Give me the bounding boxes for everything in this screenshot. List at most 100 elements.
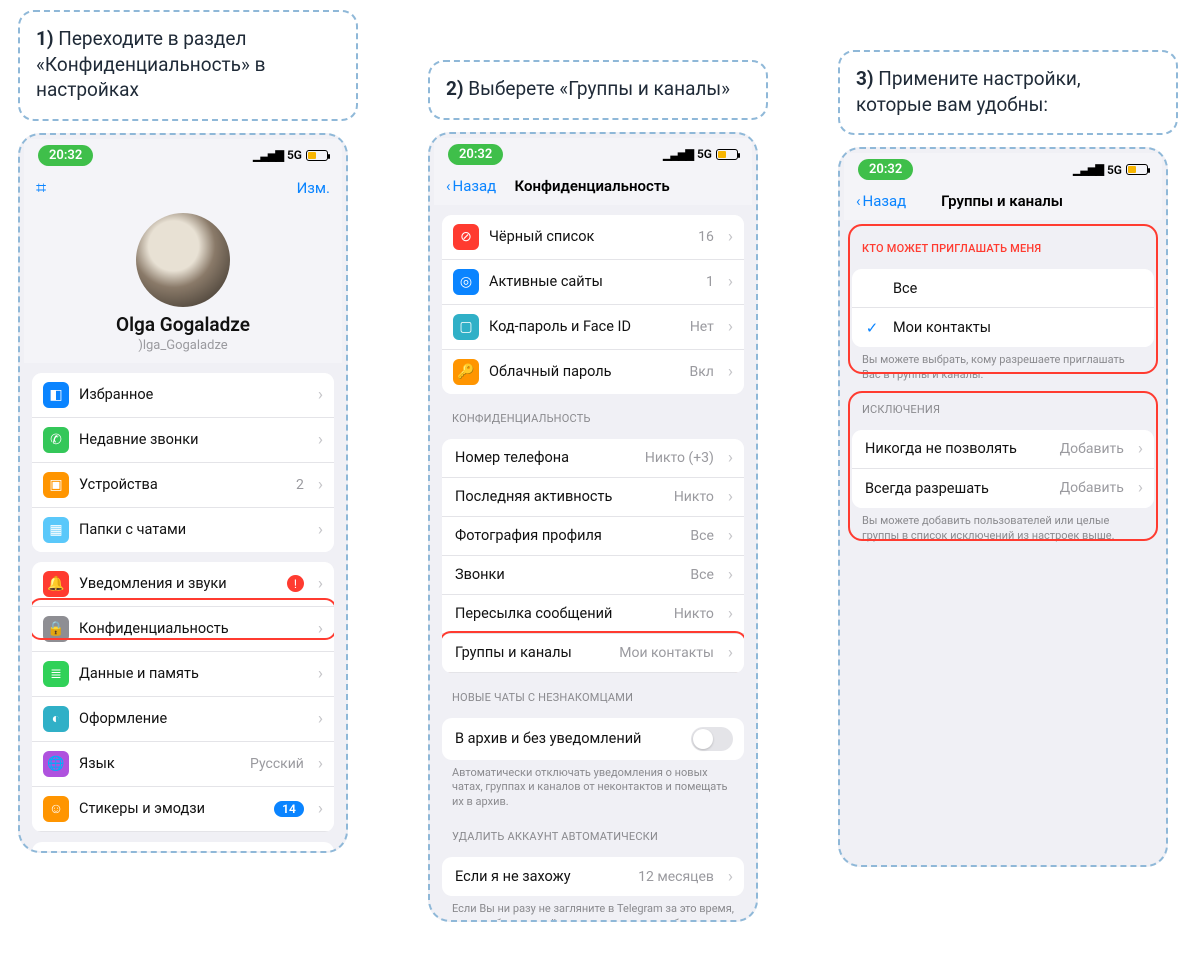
- folder-icon: ▦: [43, 517, 69, 543]
- chevron-right-icon: ›: [728, 362, 733, 382]
- row-calls-privacy[interactable]: ЗвонкиВсе›: [442, 556, 744, 595]
- edit-button[interactable]: Изм.: [297, 179, 330, 197]
- section-delete-header: УДАЛИТЬ АККАУНТ АВТОМАТИЧЕСКИ: [434, 812, 752, 847]
- option-my-contacts[interactable]: ✓Мои контакты: [852, 308, 1154, 347]
- row-always-allow[interactable]: Всегда разрешатьДобавить›: [852, 469, 1154, 508]
- network-label: 5G: [697, 147, 712, 161]
- chevron-right-icon: ›: [728, 565, 733, 585]
- nav-header: ‹Назад Конфиденциальность: [434, 169, 752, 205]
- chevron-left-icon: ‹: [446, 177, 451, 195]
- row-blocked[interactable]: ⊘Чёрный список16›: [442, 215, 744, 260]
- profile-block: Olga Gogaladze )lga_Gogaladze: [24, 209, 342, 363]
- block-icon: ⊘: [453, 224, 479, 250]
- who-hint: Вы можете выбрать, кому разрешаете пригл…: [844, 347, 1162, 385]
- who-group: Все ✓Мои контакты: [852, 269, 1154, 347]
- bell-icon: 🔔: [43, 571, 69, 597]
- row-folders[interactable]: ▦Папки с чатами›: [32, 508, 334, 552]
- time-pill: 20:32: [448, 144, 503, 165]
- archive-group: В архив и без уведомлений: [442, 718, 744, 760]
- row-last-seen[interactable]: Последняя активностьНикто›: [442, 478, 744, 517]
- chevron-right-icon: ›: [1138, 478, 1143, 498]
- network-label: 5G: [1107, 163, 1122, 177]
- chevron-right-icon: ›: [318, 799, 323, 819]
- battery-icon: [716, 149, 738, 160]
- row-privacy[interactable]: 🔒Конфиденциальность›: [32, 607, 334, 652]
- security-group: ⊘Чёрный список16› ◎Активные сайты1› ▢Код…: [442, 215, 744, 394]
- row-groups-channels[interactable]: Группы и каналыМои контакты›: [442, 634, 744, 673]
- row-language[interactable]: 🌐ЯзыкРусский›: [32, 742, 334, 787]
- back-button[interactable]: ‹Назад: [856, 192, 906, 210]
- option-everybody[interactable]: Все: [852, 269, 1154, 308]
- chevron-right-icon: ›: [318, 709, 323, 729]
- chevron-right-icon: ›: [728, 227, 733, 247]
- row-saved[interactable]: ◧Избранное›: [32, 373, 334, 418]
- chevron-right-icon: ›: [728, 867, 733, 887]
- toggle-switch[interactable]: [691, 727, 733, 751]
- phone-2: 20:32 ▁▃▅▇ 5G ‹Назад Конфиденциальность …: [428, 132, 758, 922]
- chevron-right-icon: ›: [728, 317, 733, 337]
- row-devices[interactable]: ▣Устройства2›: [32, 463, 334, 508]
- row-appearance[interactable]: ◐Оформление›: [32, 697, 334, 742]
- phone-3: 20:32 ▁▃▅▇ 5G ‹Назад Группы и каналы КТО…: [838, 147, 1168, 867]
- faceid-icon: ▢: [453, 314, 479, 340]
- bookmark-icon: ◧: [43, 382, 69, 408]
- caption-2: 2) Выберете «Группы и каналы»: [428, 60, 768, 120]
- row-phone-number[interactable]: Номер телефонаНикто (+3)›: [442, 439, 744, 478]
- globe-icon: 🌐: [43, 751, 69, 777]
- row-sessions[interactable]: ◎Активные сайты1›: [442, 260, 744, 305]
- privacy-group: Номер телефонаНикто (+3)› Последняя акти…: [442, 439, 744, 673]
- row-never-allow[interactable]: Никогда не позволятьДобавить›: [852, 430, 1154, 469]
- row-2fa[interactable]: 🔑Облачный парольВкл›: [442, 350, 744, 394]
- row-calls[interactable]: ✆Недавние звонки›: [32, 418, 334, 463]
- chevron-right-icon: ›: [728, 643, 733, 663]
- chevron-right-icon: ›: [318, 664, 323, 684]
- chevron-right-icon: ›: [318, 520, 323, 540]
- chevron-right-icon: ›: [728, 604, 733, 624]
- phone-1: 20:32 ▁▃▅▇ 5G ⌗ Изм. Olga Gogaladze )lga…: [18, 133, 348, 853]
- check-icon: ✓: [863, 319, 881, 337]
- signal-icon: ▁▃▅▇: [1073, 163, 1103, 176]
- status-bar: 20:32 ▁▃▅▇ 5G: [844, 153, 1162, 184]
- qr-icon[interactable]: ⌗: [36, 178, 46, 199]
- section-exc-header: ИСКЛЮЧЕНИЯ: [844, 385, 1162, 420]
- database-icon: ≣: [43, 661, 69, 687]
- chevron-right-icon: ›: [318, 475, 323, 495]
- chevron-right-icon: ›: [318, 754, 323, 774]
- delete-group: Если я не захожу12 месяцев›: [442, 857, 744, 896]
- chevron-right-icon: ›: [1138, 439, 1143, 459]
- row-forwarding[interactable]: Пересылка сообщенийНикто›: [442, 595, 744, 634]
- time-pill: 20:32: [858, 159, 913, 180]
- exceptions-group: Никогда не позволятьДобавить› Всегда раз…: [852, 430, 1154, 508]
- row-passcode[interactable]: ▢Код-пароль и Face IDНет›: [442, 305, 744, 350]
- page-title: Конфиденциальность: [515, 177, 670, 195]
- chevron-right-icon: ›: [728, 272, 733, 292]
- row-profile-photo[interactable]: Фотография профиляВсе›: [442, 517, 744, 556]
- caption-3: 3) Примените настройки, которые вам удоб…: [838, 50, 1178, 135]
- settings-group-2: 🔔Уведомления и звуки!› 🔒Конфиденциальнос…: [32, 562, 334, 832]
- section-new-chats-header: НОВЫЕ ЧАТЫ С НЕЗНАКОМЦАМИ: [434, 673, 752, 708]
- back-button[interactable]: ‹Назад: [446, 177, 496, 195]
- row-help[interactable]: 💬Помощь›: [32, 842, 334, 853]
- archive-hint: Автоматически отключать уведомления о но…: [434, 760, 752, 813]
- avatar[interactable]: [136, 213, 230, 307]
- settings-group-3: 💬Помощь›: [32, 842, 334, 853]
- chevron-right-icon: ›: [728, 487, 733, 507]
- status-bar: 20:32 ▁▃▅▇ 5G: [434, 138, 752, 169]
- time-pill: 20:32: [38, 145, 93, 166]
- row-data[interactable]: ≣Данные и память›: [32, 652, 334, 697]
- exc-hint: Вы можете добавить пользователей или цел…: [844, 508, 1162, 546]
- chat-icon: 💬: [43, 851, 69, 853]
- count-badge: 14: [274, 801, 304, 817]
- chevron-right-icon: ›: [318, 619, 323, 639]
- row-notifications[interactable]: 🔔Уведомления и звуки!›: [32, 562, 334, 607]
- signal-icon: ▁▃▅▇: [253, 149, 283, 162]
- section-who-header: КТО МОЖЕТ ПРИГЛАШАТЬ МЕНЯ: [844, 224, 1162, 259]
- row-stickers[interactable]: ☺Стикеры и эмодзи14›: [32, 787, 334, 832]
- chevron-left-icon: ‹: [856, 192, 861, 210]
- battery-icon: [306, 150, 328, 161]
- page-title: Группы и каналы: [941, 192, 1063, 210]
- row-auto-delete[interactable]: Если я не захожу12 месяцев›: [442, 857, 744, 896]
- signal-icon: ▁▃▅▇: [663, 148, 693, 161]
- chevron-right-icon: ›: [318, 574, 323, 594]
- row-archive-unknown[interactable]: В архив и без уведомлений: [442, 718, 744, 760]
